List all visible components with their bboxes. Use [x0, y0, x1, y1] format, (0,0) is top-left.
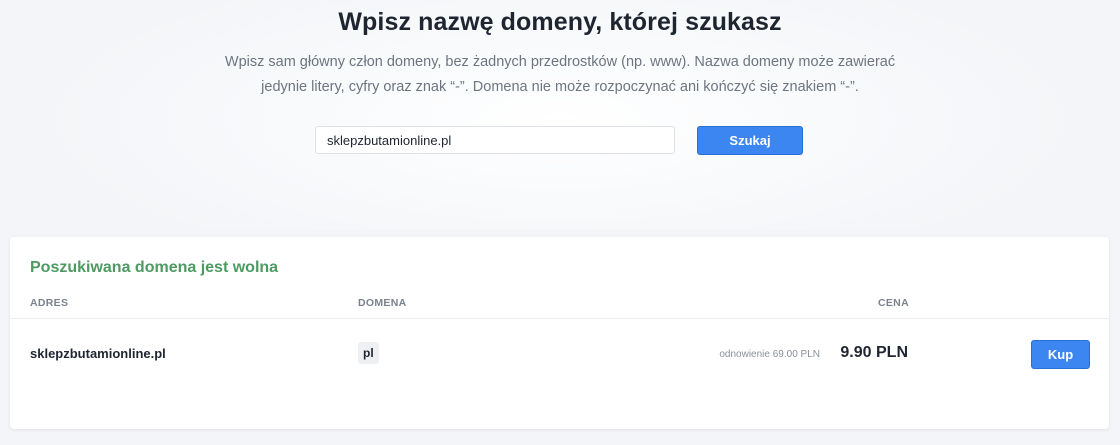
renewal-price: odnowienie 69.00 PLN: [719, 349, 820, 360]
search-instructions: Wpisz sam główny człon domeny, bez żadny…: [190, 50, 930, 100]
table-divider: [10, 318, 1109, 319]
column-header-domain: DOMENA: [358, 297, 407, 309]
domain-price: 9.90 PLN: [840, 344, 908, 361]
search-button[interactable]: Szukaj: [697, 126, 803, 155]
search-hero: Wpisz nazwę domeny, której szukasz Wpisz…: [0, 0, 1120, 230]
buy-button[interactable]: Kup: [1031, 340, 1090, 369]
instructions-line-1: Wpisz sam główny człon domeny, bez żadny…: [224, 54, 896, 70]
results-panel: Poszukiwana domena jest wolna ADRES DOME…: [10, 237, 1109, 429]
column-header-price: CENA: [878, 297, 909, 309]
instructions-line-2: jedynie litery, cyfry oraz znak “-”. Dom…: [261, 79, 859, 95]
page-title: Wpisz nazwę domeny, której szukasz: [338, 8, 782, 36]
domain-tld-badge: pl: [358, 342, 379, 364]
column-header-address: ADRES: [30, 297, 69, 309]
domain-address: sklepzbutamionline.pl: [30, 346, 166, 361]
domain-search-input[interactable]: [315, 126, 675, 154]
availability-heading: Poszukiwana domena jest wolna: [30, 259, 279, 276]
